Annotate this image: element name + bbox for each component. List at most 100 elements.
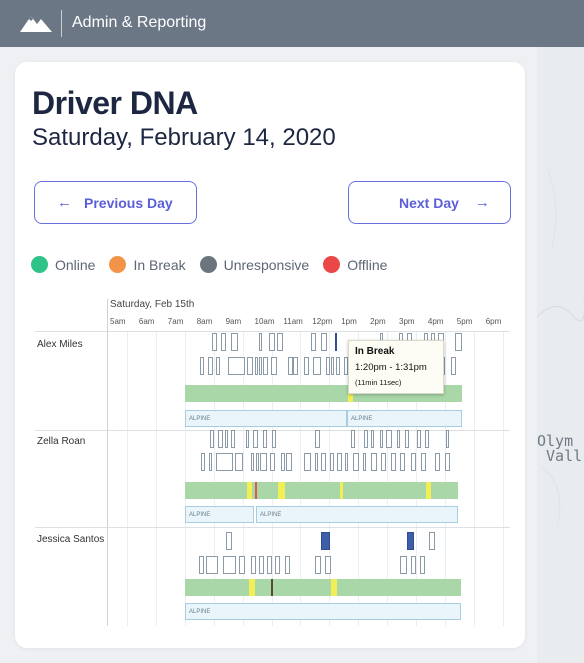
activity-segment[interactable] [325,556,331,574]
activity-segment[interactable] [363,453,366,471]
activity-segment[interactable] [208,357,213,375]
activity-segment[interactable] [371,430,374,448]
activity-segment[interactable] [259,357,262,375]
activity-segment[interactable] [246,430,249,448]
activity-segment[interactable] [429,532,435,550]
activity-segment[interactable] [386,430,392,448]
activity-segment[interactable] [321,453,326,471]
activity-segment[interactable] [251,556,256,574]
vehicle-bar[interactable]: ALPINE [185,410,347,427]
activity-segment[interactable] [263,430,267,448]
activity-segment[interactable] [281,453,285,471]
vehicle-bar[interactable]: ALPINE [185,603,461,620]
activity-segment[interactable] [335,333,337,351]
activity-segment[interactable] [239,556,245,574]
activity-segment[interactable] [351,430,355,448]
map-panel[interactable]: Olym Vall [537,47,584,663]
status-bar[interactable] [185,482,458,499]
unresponsive-marker[interactable] [271,579,273,596]
activity-segment[interactable] [371,453,377,471]
activity-segment[interactable] [313,357,321,375]
activity-segment[interactable] [269,333,275,351]
break-marker[interactable] [278,482,285,499]
activity-segment[interactable] [435,453,440,471]
activity-segment[interactable] [212,333,217,351]
activity-segment[interactable] [397,430,400,448]
activity-segment[interactable] [271,357,277,375]
activity-segment[interactable] [304,357,309,375]
activity-segment[interactable] [206,556,218,574]
activity-segment[interactable] [381,453,386,471]
activity-segment[interactable] [311,333,316,351]
activity-segment[interactable] [251,453,254,471]
activity-segment[interactable] [200,357,204,375]
vehicle-bar[interactable]: ALPINE [185,506,254,523]
activity-segment[interactable] [247,357,253,375]
activity-segment[interactable] [225,430,228,448]
activity-segment[interactable] [400,556,407,574]
break-marker[interactable] [426,482,431,499]
mountain-logo-icon[interactable] [20,13,52,33]
activity-segment[interactable] [417,430,421,448]
driver-name[interactable]: Alex Miles [37,339,83,350]
activity-segment[interactable] [228,357,245,375]
activity-segment[interactable] [420,556,425,574]
activity-segment[interactable] [304,453,311,471]
activity-segment[interactable] [253,430,258,448]
vehicle-bar[interactable]: ALPINE [347,410,462,427]
activity-segment[interactable] [315,453,318,471]
break-marker[interactable] [331,579,337,596]
activity-segment[interactable] [405,430,409,448]
break-marker[interactable] [340,482,343,499]
activity-segment[interactable] [391,453,396,471]
activity-segment[interactable] [336,357,340,375]
activity-segment[interactable] [275,556,280,574]
activity-segment[interactable] [321,532,330,550]
activity-segment[interactable] [272,430,276,448]
status-bar[interactable] [185,579,461,596]
activity-segment[interactable] [330,453,334,471]
activity-segment[interactable] [216,453,233,471]
activity-segment[interactable] [445,453,450,471]
activity-segment[interactable] [380,430,383,448]
activity-segment[interactable] [331,357,334,375]
activity-segment[interactable] [216,357,220,375]
activity-segment[interactable] [455,333,462,351]
activity-segment[interactable] [210,430,214,448]
activity-segment[interactable] [256,453,259,471]
driver-name[interactable]: Zella Roan [37,436,85,447]
activity-segment[interactable] [400,453,405,471]
activity-segment[interactable] [407,532,414,550]
activity-segment[interactable] [231,430,235,448]
activity-segment[interactable] [226,532,232,550]
activity-segment[interactable] [209,453,212,471]
previous-day-button[interactable]: ← Previous Day [34,181,197,224]
activity-segment[interactable] [411,556,416,574]
activity-segment[interactable] [321,333,327,351]
activity-segment[interactable] [277,333,283,351]
activity-segment[interactable] [263,357,268,375]
next-day-button[interactable]: Next Day → [348,181,511,224]
activity-segment[interactable] [260,453,267,471]
activity-segment[interactable] [235,453,243,471]
activity-segment[interactable] [259,556,264,574]
activity-segment[interactable] [201,453,205,471]
activity-segment[interactable] [286,453,292,471]
vehicle-bar[interactable]: ALPINE [256,506,458,523]
activity-segment[interactable] [315,556,321,574]
activity-segment[interactable] [425,430,429,448]
break-marker[interactable] [249,579,255,596]
activity-segment[interactable] [345,453,348,471]
activity-segment[interactable] [293,357,298,375]
offline-marker[interactable] [255,482,257,499]
activity-segment[interactable] [267,556,272,574]
activity-segment[interactable] [421,453,426,471]
activity-segment[interactable] [255,357,258,375]
activity-segment[interactable] [285,556,290,574]
activity-segment[interactable] [223,556,236,574]
activity-segment[interactable] [231,333,238,351]
break-marker[interactable] [247,482,252,499]
activity-segment[interactable] [259,333,262,351]
driver-name[interactable]: Jessica Santos [37,534,104,545]
activity-segment[interactable] [337,453,342,471]
